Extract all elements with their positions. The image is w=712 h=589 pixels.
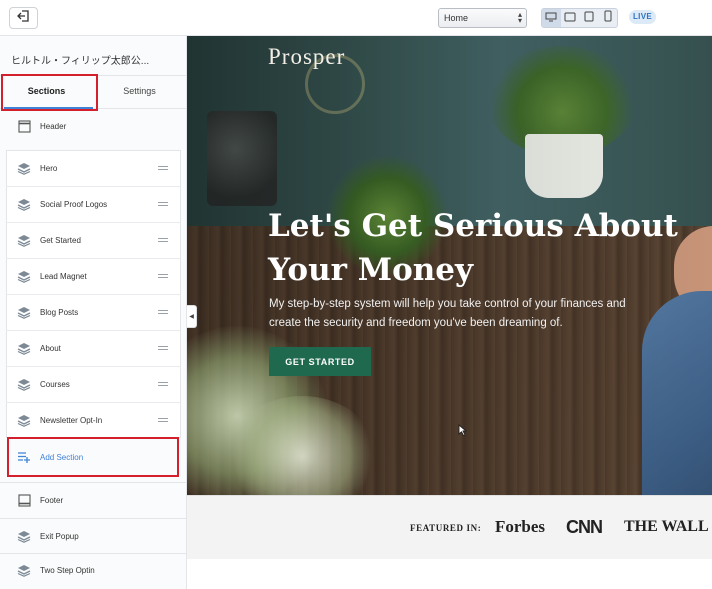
section-item-label: About <box>40 343 61 353</box>
tablet-icon <box>584 9 594 27</box>
top-toolbar: Home ▴ ▾ LIVE <box>0 0 712 36</box>
select-caret-icon: ▴ ▾ <box>517 10 522 25</box>
layers-icon <box>17 563 31 577</box>
mobile-icon <box>604 9 612 27</box>
layers-icon <box>17 269 31 283</box>
hero-section: Prosper Let's Get Serious About Your Mon… <box>187 36 712 495</box>
collapse-sidebar-button[interactable]: ◀ <box>187 305 197 328</box>
section-header[interactable]: Header <box>0 108 186 144</box>
section-footer[interactable]: Footer <box>0 482 186 518</box>
layers-icon <box>17 305 31 319</box>
section-item-blog-posts[interactable]: Blog Posts <box>6 294 181 330</box>
add-section-highlight <box>7 437 179 477</box>
layers-icon <box>17 529 31 543</box>
section-item-lead-magnet[interactable]: Lead Magnet <box>6 258 181 294</box>
page-header-icon <box>17 119 31 133</box>
popup-item-exit-popup[interactable]: Exit Popup <box>0 518 186 554</box>
wsj-logo: THE WALL STREET <box>624 518 712 535</box>
site-brand-logo[interactable]: Prosper <box>268 44 345 70</box>
featured-in-bar: FEATURED IN: Forbes CNN THE WALL STREET <box>187 495 712 559</box>
tab-settings[interactable]: Settings <box>93 76 186 109</box>
page-select-value: Home <box>444 13 469 23</box>
section-item-label: Courses <box>40 379 70 389</box>
site-title: ヒルトル・フィリップ太郎公... <box>11 56 150 67</box>
section-item-get-started[interactable]: Get Started <box>6 222 181 258</box>
section-item-newsletter-opt-in[interactable]: Newsletter Opt-In <box>6 402 181 438</box>
drag-handle-icon[interactable] <box>158 238 168 242</box>
section-item-about[interactable]: About <box>6 330 181 366</box>
section-item-label: Newsletter Opt-In <box>40 415 103 425</box>
layers-icon <box>17 161 31 175</box>
drag-handle-icon[interactable] <box>158 382 168 386</box>
hero-headline: Let's Get Serious About Your Money <box>268 208 678 288</box>
mouse-cursor-icon <box>458 424 468 439</box>
hero-subtext: My step-by-step system will help you tak… <box>269 298 626 329</box>
mobile-view-button[interactable] <box>598 9 617 27</box>
page-select[interactable]: Home ▴ ▾ <box>438 8 527 28</box>
drag-handle-icon[interactable] <box>158 418 168 422</box>
sections-sidebar: ヒルトル・フィリップ太郎公... Sections Settings Heade… <box>0 36 187 589</box>
section-item-label: Blog Posts <box>40 307 79 317</box>
device-switcher <box>541 8 618 28</box>
popup-item-two-step-optin[interactable]: Two Step Optin <box>0 552 186 588</box>
drag-handle-icon[interactable] <box>158 346 168 350</box>
layers-icon <box>17 197 31 211</box>
layers-icon <box>17 377 31 391</box>
popup-item-label: Two Step Optin <box>40 565 95 575</box>
section-item-label: Get Started <box>40 235 81 245</box>
exit-icon <box>17 9 30 27</box>
section-item-social-proof-logos[interactable]: Social Proof Logos <box>6 186 181 222</box>
section-item-label: Social Proof Logos <box>40 199 108 209</box>
exit-editor-button[interactable] <box>9 7 38 29</box>
drag-handle-icon[interactable] <box>158 166 168 170</box>
featured-in-label: FEATURED IN: <box>410 523 482 533</box>
tablet-view-button[interactable] <box>580 9 599 27</box>
section-item-courses[interactable]: Courses <box>6 366 181 402</box>
get-started-button[interactable]: GET STARTED <box>269 347 371 376</box>
drag-handle-icon[interactable] <box>158 274 168 278</box>
section-item-hero[interactable]: Hero <box>6 150 181 186</box>
sections-tab-highlight <box>1 74 98 111</box>
section-item-label: Hero <box>40 163 58 173</box>
live-status-badge: LIVE <box>629 10 656 24</box>
forbes-logo: Forbes <box>495 517 546 536</box>
layers-icon <box>17 413 31 427</box>
popup-item-label: Exit Popup <box>40 531 79 541</box>
desktop-icon <box>545 9 557 27</box>
layers-icon <box>17 233 31 247</box>
layers-icon <box>17 341 31 355</box>
site-builder: Home ▴ ▾ LIVE ヒルトル・フィリップ太郎公... Sections S… <box>0 0 712 589</box>
page-footer-icon <box>17 493 31 507</box>
section-footer-label: Footer <box>40 495 64 505</box>
laptop-icon <box>564 9 576 27</box>
page-preview: Prosper Let's Get Serious About Your Mon… <box>187 36 712 589</box>
chevron-left-icon: ◀ <box>189 314 194 320</box>
section-item-label: Lead Magnet <box>40 271 87 281</box>
desktop-view-button[interactable] <box>542 9 561 27</box>
drag-handle-icon[interactable] <box>158 202 168 206</box>
cnn-logo: CNN <box>566 517 603 537</box>
laptop-view-button[interactable] <box>561 9 580 27</box>
drag-handle-icon[interactable] <box>158 310 168 314</box>
section-header-label: Header <box>40 121 67 131</box>
